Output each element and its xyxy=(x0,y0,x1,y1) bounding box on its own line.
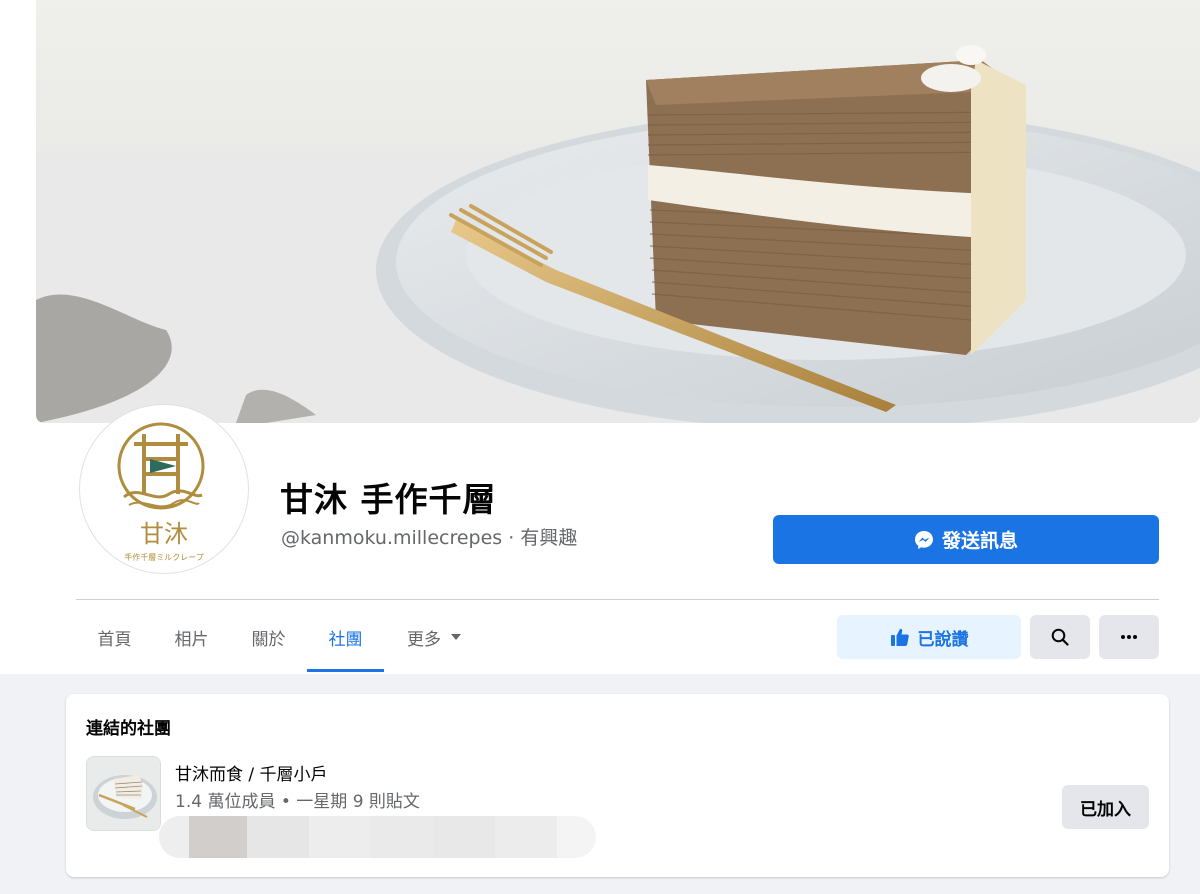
tab-about-label: 關於 xyxy=(251,629,286,650)
tab-groups[interactable]: 社團 xyxy=(307,600,384,674)
meta-dot: • xyxy=(280,792,291,812)
group-name-link[interactable]: 甘沐而食 / 千層小戶 xyxy=(175,760,328,785)
page-search-button[interactable] xyxy=(1030,615,1090,659)
tab-more-label: 更多 xyxy=(407,629,441,650)
send-message-label: 發送訊息 xyxy=(941,530,1018,552)
group-activity: 一星期 9 則貼文 xyxy=(296,792,420,812)
logo-tagline: 手作千層ミルクレープ xyxy=(124,552,204,562)
linked-groups-title: 連結的社團 xyxy=(86,719,171,739)
group-members: 1.4 萬位成員 xyxy=(175,792,276,812)
page-tabs: 首頁 相片 關於 社團 更多 xyxy=(76,600,484,674)
liked-button[interactable]: 已說讚 xyxy=(837,615,1021,659)
joined-button[interactable]: 已加入 xyxy=(1062,785,1149,829)
tab-more[interactable]: 更多 xyxy=(384,600,484,674)
tab-home-label: 首頁 xyxy=(97,629,132,650)
joined-label: 已加入 xyxy=(1080,799,1131,820)
thumbs-up-icon xyxy=(890,627,910,647)
liked-label: 已說讚 xyxy=(917,629,969,650)
subline-separator: · xyxy=(508,527,515,549)
page-subline: @kanmoku.millecrepes · 有興趣 xyxy=(281,523,577,550)
more-options-button[interactable] xyxy=(1099,615,1159,659)
page-title: 甘沐 手作千層 xyxy=(280,480,497,519)
group-meta: 1.4 萬位成員 • 一星期 9 則貼文 xyxy=(175,787,420,812)
search-icon xyxy=(1051,628,1069,646)
messenger-icon xyxy=(914,530,934,550)
page-header: 甘沐 手作千層ミルクレープ 甘沐 手作千層 @kanmoku.millecrep… xyxy=(0,0,1200,674)
cover-photo[interactable] xyxy=(36,0,1200,423)
blurred-member-avatars xyxy=(159,816,596,858)
tab-home[interactable]: 首頁 xyxy=(76,600,153,674)
tab-photos[interactable]: 相片 xyxy=(153,600,230,674)
group-thumbnail[interactable] xyxy=(86,756,161,831)
page-avatar[interactable]: 甘沐 手作千層ミルクレープ xyxy=(80,405,248,573)
tab-groups-label: 社團 xyxy=(328,629,363,650)
tab-photos-label: 相片 xyxy=(174,629,209,650)
logo-text: 甘沐 xyxy=(140,520,188,548)
page-category[interactable]: 有興趣 xyxy=(520,527,577,549)
send-message-button[interactable]: 發送訊息 xyxy=(773,515,1159,564)
linked-groups-card: 連結的社團 甘沐而食 / 千層小戶 1.4 萬位成員 • 一星期 9 則貼文 已… xyxy=(66,694,1169,877)
page-handle[interactable]: @kanmoku.millecrepes xyxy=(281,527,502,549)
caret-down-icon xyxy=(451,634,461,640)
more-dots-icon xyxy=(1120,634,1138,640)
tab-about[interactable]: 關於 xyxy=(230,600,307,674)
